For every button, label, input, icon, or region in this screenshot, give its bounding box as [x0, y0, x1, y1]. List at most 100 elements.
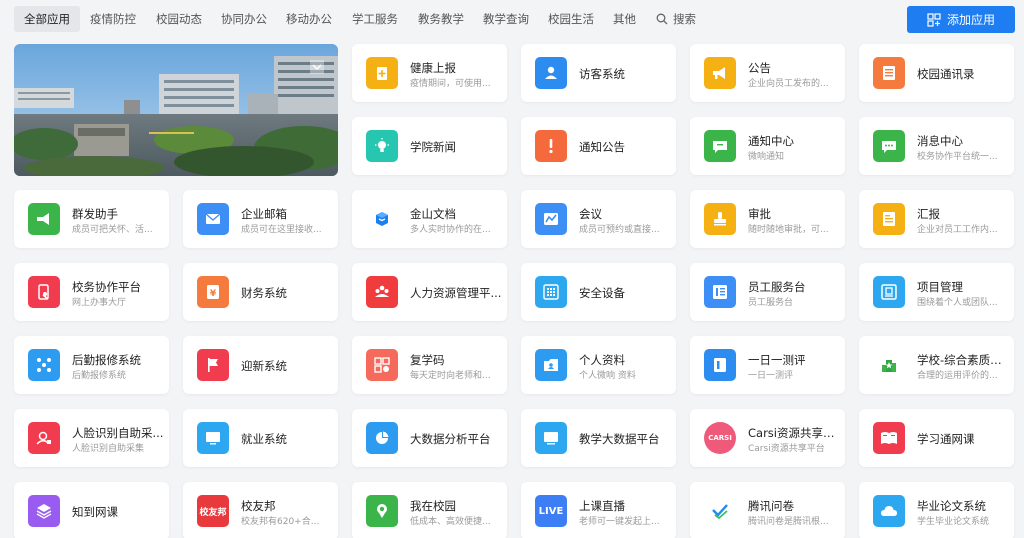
report-icon — [873, 203, 905, 235]
app-card[interactable]: 校务协作平台 网上办事大厅 — [14, 263, 169, 321]
layers-icon — [28, 495, 60, 527]
app-card[interactable]: 校园通讯录 — [859, 44, 1014, 102]
app-title: 汇报 — [917, 207, 940, 221]
app-card[interactable]: 就业系统 — [183, 409, 338, 467]
app-card[interactable]: 通知中心 微响通知 — [690, 117, 845, 175]
app-title: 学校-综合素质评... — [917, 353, 1009, 367]
app-card[interactable]: 迎新系统 — [183, 336, 338, 394]
app-subtitle: 校务协作平台统一... — [917, 152, 998, 162]
search-tab[interactable]: 搜索 — [646, 6, 706, 32]
app-card[interactable]: LIVE 上课直播老师可一键发起上... — [521, 482, 676, 538]
evaluate-icon — [704, 349, 736, 381]
quality-icon — [873, 349, 905, 381]
app-card[interactable]: 企业邮箱成员可在这里接收... — [183, 190, 338, 248]
app-card[interactable]: 大数据分析平台 — [352, 409, 507, 467]
visitor-icon — [535, 57, 567, 89]
app-card[interactable]: 健康上报 疫情期间，可使用... — [352, 44, 507, 102]
app-card[interactable]: 人脸识别自助采... 人脸识别自助采集 — [14, 409, 169, 467]
app-card[interactable]: 会议 成员可预约或直接... — [521, 190, 676, 248]
app-subtitle: 成员可把关怀、活... — [72, 225, 153, 235]
app-title: 员工服务台 — [748, 280, 806, 294]
app-card[interactable]: 一日一测评 一日一测评 — [690, 336, 845, 394]
app-title: 人脸识别自助采... — [72, 426, 164, 440]
stamp-icon — [704, 203, 736, 235]
app-card[interactable]: 学院新闻 — [352, 117, 507, 175]
app-subtitle: 后勤报修系统 — [72, 371, 127, 381]
app-card[interactable]: 消息中心 校务协作平台统一... — [859, 117, 1014, 175]
app-subtitle: 低成本、高效便捷... — [410, 517, 491, 527]
campus-photo — [14, 44, 338, 176]
campus-banner[interactable] — [14, 44, 338, 176]
app-title: 个人资料 — [579, 353, 625, 367]
collab-icon — [28, 276, 60, 308]
app-subtitle: 企业向员工发布的... — [748, 79, 829, 89]
tab-9[interactable]: 其他 — [603, 6, 646, 32]
project-icon — [873, 276, 905, 308]
app-subtitle: 企业对员工工作内... — [917, 225, 998, 235]
app-title: 群发助手 — [72, 207, 118, 221]
app-card[interactable]: 员工服务台 员工服务台 — [690, 263, 845, 321]
app-title: 公告 — [748, 61, 771, 75]
app-title: 项目管理 — [917, 280, 963, 294]
app-card[interactable]: 毕业论文系统 学生毕业论文系统 — [859, 482, 1014, 538]
app-card[interactable]: 知到网课 — [14, 482, 169, 538]
app-card[interactable]: 项目管理 围绕着个人或团队... — [859, 263, 1014, 321]
app-title: 腾讯问卷 — [748, 499, 794, 513]
app-card[interactable]: 校友邦 校友邦 校友邦有620+合... — [183, 482, 338, 538]
app-card[interactable]: 人力资源管理平... — [352, 263, 507, 321]
app-title: 通知中心 — [748, 134, 794, 148]
app-card[interactable]: 公告企业向员工发布的... — [690, 44, 845, 102]
qrcode-icon — [366, 349, 398, 381]
tab-2[interactable]: 校园动态 — [146, 6, 212, 32]
app-subtitle: 腾讯问卷是腾讯根... — [748, 517, 829, 527]
app-card[interactable]: 审批 随时随地审批，可... — [690, 190, 845, 248]
tab-5[interactable]: 学工服务 — [342, 6, 408, 32]
app-card[interactable]: 汇报企业对员工工作内... — [859, 190, 1014, 248]
tab-3[interactable]: 协同办公 — [211, 6, 277, 32]
app-card[interactable]: 访客系统 — [521, 44, 676, 102]
app-subtitle: 老师可一键发起上... — [579, 517, 660, 527]
app-card[interactable]: 通知公告 — [521, 117, 676, 175]
mail-icon — [197, 203, 229, 235]
alumni-icon: 校友邦 — [197, 495, 229, 527]
desk-icon — [704, 276, 736, 308]
app-subtitle: Carsi资源共享平台 — [748, 444, 825, 454]
tab-4[interactable]: 移动办公 — [276, 6, 342, 32]
app-title: 企业邮箱 — [241, 207, 287, 221]
cloud-icon — [873, 495, 905, 527]
app-card[interactable]: 教学大数据平台 — [521, 409, 676, 467]
app-card[interactable]: CARSI Carsi资源共享平... Carsi资源共享平台 — [690, 409, 845, 467]
add-app-label: 添加应用 — [946, 13, 995, 27]
live-icon-text: LIVE — [538, 505, 564, 517]
app-title: Carsi资源共享平... — [748, 426, 840, 440]
add-app-icon — [927, 12, 941, 27]
app-card[interactable]: 个人资料 个人微响 资料 — [521, 336, 676, 394]
app-card[interactable]: 安全设备 — [521, 263, 676, 321]
app-title: 安全设备 — [579, 286, 625, 300]
tab-6[interactable]: 教务教学 — [408, 6, 474, 32]
tab-7[interactable]: 教学查询 — [473, 6, 539, 32]
app-card[interactable]: 后勤报修系统 后勤报修系统 — [14, 336, 169, 394]
tab-8[interactable]: 校园生活 — [538, 6, 604, 32]
app-card[interactable]: 学习通网课 — [859, 409, 1014, 467]
app-card[interactable]: 我在校园 低成本、高效便捷... — [352, 482, 507, 538]
carsi-icon-text: CARSI — [708, 434, 732, 442]
app-card[interactable]: 复学码 每天定时向老师和... — [352, 336, 507, 394]
tab-1[interactable]: 疫情防控 — [80, 6, 146, 32]
app-title: 校务协作平台 — [72, 280, 141, 294]
bulb-icon — [366, 130, 398, 162]
tab-0[interactable]: 全部应用 — [14, 6, 80, 32]
app-subtitle: 人脸识别自助采集 — [72, 444, 145, 454]
app-card[interactable]: 金山文档 多人实时协作的在... — [352, 190, 507, 248]
add-app-button[interactable]: 添加应用 — [907, 6, 1015, 33]
app-card[interactable]: 腾讯问卷腾讯问卷是腾讯根... — [690, 482, 845, 538]
app-subtitle: 成员可在这里接收... — [241, 225, 322, 235]
app-card[interactable]: ¥ 财务系统 — [183, 263, 338, 321]
app-card[interactable]: 学校-综合素质评... 合理的运用评价的... — [859, 336, 1014, 394]
broadcast-icon — [28, 203, 60, 235]
survey-icon — [704, 495, 736, 527]
app-title: 上课直播 — [579, 499, 625, 513]
search-label: 搜索 — [673, 12, 696, 26]
app-subtitle: 员工服务台 — [748, 298, 794, 308]
app-card[interactable]: 群发助手成员可把关怀、活... — [14, 190, 169, 248]
